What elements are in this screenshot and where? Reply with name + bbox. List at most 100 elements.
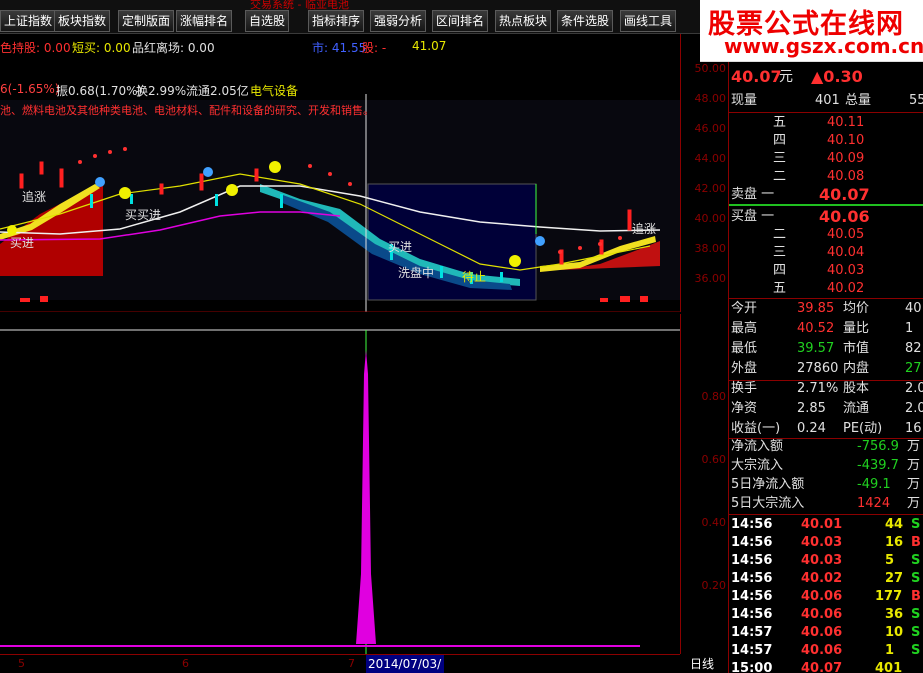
bid-label: 三 [773,245,787,260]
stat-value: 39.85 [797,301,835,316]
price-tick: 48.00 [694,92,727,105]
ask-label: 四 [773,133,787,148]
signal-chase: 追涨 [22,190,47,204]
stat-label: 最低 [731,341,758,356]
flow-value: -439.7 [857,458,899,473]
flow-label: 5日大宗流入 [731,496,805,511]
signal-buy-buy: 买买进 [125,208,162,222]
tick-row: 14:56 40.06 177 B [729,588,923,606]
tick-price: 40.03 [801,553,843,568]
tick-price: 40.07 [801,661,843,673]
stat-value-2: 2.0 [905,381,923,396]
tick-price: 40.06 [801,607,843,622]
indicator-tick: 0.20 [701,579,727,592]
price-tick: 42.00 [694,182,727,195]
stat-value: 27860 [797,361,839,376]
bid-row[interactable]: 二 40.05 [729,226,923,244]
period-label[interactable]: 日线 [690,655,726,673]
tick-side: S [911,553,921,568]
logo-url: www.gszx.com.cn [724,34,923,58]
ask-row[interactable]: 卖盘 一 40.07 [729,186,923,204]
bid-row[interactable]: 五 40.02 [729,280,923,298]
bid-row[interactable]: 四 40.03 [729,262,923,280]
tick-volume: 401 [875,661,903,673]
tick-row: 14:56 40.02 27 S [729,570,923,588]
stat-label-2: 市值 [843,341,870,356]
flow-row: 5日大宗流入 1424 万 [729,495,923,513]
toolbar-button-3[interactable]: 涨幅排名 [176,10,233,32]
tick-side: B [911,535,921,550]
flow-label: 大宗流入 [731,458,784,473]
tick-row: 14:57 40.06 10 S [729,624,923,642]
tick-row: 14:56 40.06 36 S [729,606,923,624]
price-chart[interactable]: 色持股: 0.00 短买: 0.00 品红离场: 0.00 市: 41.55 股… [0,34,680,312]
signal-pending: 待止 [462,270,487,284]
bid-label: 五 [773,281,787,296]
x-tick: 5 [18,657,25,670]
tick-volume: 1 [885,643,895,658]
indicator-tick: 0.40 [701,516,727,529]
toolbar-button-4[interactable]: 自选股 [245,10,290,32]
toolbar-button-2[interactable]: 定制版面 [118,10,175,32]
volume-value: 401 [815,93,840,108]
stat-label: 收益(一) [731,421,781,436]
stat-value: 40.52 [797,321,835,336]
bid-row[interactable]: 买盘 一 40.06 [729,208,923,226]
tick-price: 40.01 [801,517,843,532]
tick-side: S [911,607,921,622]
divider [729,112,923,113]
tick-row: 14:57 40.06 1 S [729,642,923,660]
signal-buy: 买进 [10,236,35,250]
tick-side: S [911,625,921,640]
stat-label-2: 内盘 [843,361,870,376]
tick-volume: 27 [885,571,904,586]
indicator-pane[interactable] [0,314,680,654]
quote-panel: 40.07 元 ▲0.30 现量 401 总量 55 五 40.11 四 40.10 三 40.09 二 4… [728,62,923,673]
bid-price: 40.02 [827,281,865,296]
stat-row: 换手 2.71% 股本 2.0 [729,380,923,398]
toolbar-button-9[interactable]: 条件选股 [557,10,614,32]
toolbar-button-0[interactable]: 上证指数 [0,10,57,32]
ask-row[interactable]: 四 40.10 [729,132,923,150]
tick-time: 14:57 [731,625,773,640]
price-value: 41.07 [412,39,447,53]
ask-price: 40.11 [827,115,865,130]
ask-label: 二 [773,169,787,184]
stat-value: 0.24 [797,421,826,436]
tick-volume: 10 [885,625,904,640]
tick-row: 15:00 40.07 401 [729,660,923,673]
flow-row: 5日净流入额 -49.1 万 [729,476,923,494]
flow-value: -756.9 [857,439,899,454]
spread-divider [729,204,923,206]
flow-label: 净流入额 [731,439,784,454]
volume-label: 现量 [731,93,758,108]
stat-label: 今开 [731,301,758,316]
bid-price: 40.03 [827,263,865,278]
toolbar-button-6[interactable]: 强弱分析 [370,10,427,32]
ask-price: 40.08 [827,169,865,184]
toolbar-button-10[interactable]: 画线工具 [620,10,677,32]
tick-volume: 36 [885,607,904,622]
site-logo: 股票公式在线网 www.gszx.com.cn [700,0,923,62]
tick-time: 14:57 [731,643,773,658]
toolbar-button-1[interactable]: 板块指数 [54,10,111,32]
stat-label: 外盘 [731,361,758,376]
bid-label: 二 [773,227,787,242]
tick-side: B [911,589,921,604]
ask-label: 五 [773,115,787,130]
signal-chase-2: 追涨 [632,222,657,236]
total-value: 55 [909,93,923,108]
toolbar-button-8[interactable]: 热点板块 [495,10,552,32]
price-tick: 46.00 [694,122,727,135]
toolbar-button-5[interactable]: 指标排序 [308,10,365,32]
ask-row[interactable]: 三 40.09 [729,150,923,168]
ask-row[interactable]: 二 40.08 [729,168,923,186]
flow-value: -49.1 [857,477,891,492]
toolbar-button-7[interactable]: 区间排名 [432,10,489,32]
stat-value-2: 2.0 [905,401,923,416]
tick-volume: 44 [885,517,904,532]
tick-price: 40.03 [801,535,843,550]
tick-time: 14:56 [731,517,773,532]
ask-row[interactable]: 五 40.11 [729,114,923,132]
bid-row[interactable]: 三 40.04 [729,244,923,262]
